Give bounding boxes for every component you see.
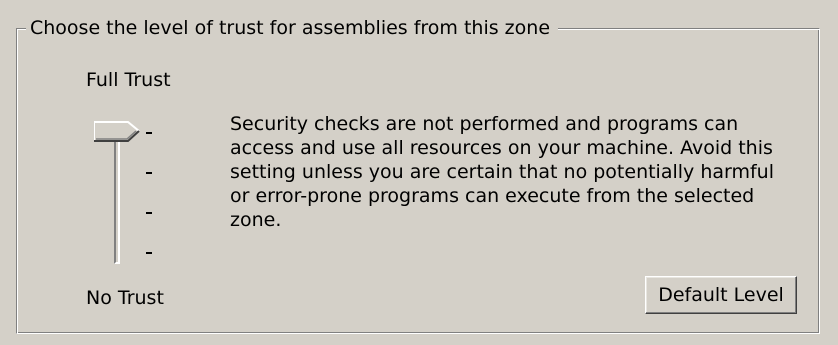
trust-level-description: Security checks are not performed and pr… [230, 112, 810, 232]
description-line: access and use all resources on your mac… [230, 137, 773, 159]
slider-thumb[interactable] [94, 118, 142, 144]
slider-tick [146, 172, 152, 174]
slider-tick [146, 212, 152, 214]
description-line: Security checks are not performed and pr… [230, 113, 739, 135]
description-line: zone. [230, 209, 282, 231]
slider-tick [146, 132, 152, 134]
trust-level-slider[interactable] [94, 118, 164, 268]
slider-tick [146, 252, 152, 254]
default-level-button[interactable]: Default Level [645, 276, 797, 314]
slider-top-label: Full Trust [86, 69, 171, 91]
slider-bottom-label: No Trust [86, 287, 164, 309]
description-line: setting unless you are certain that no p… [230, 161, 775, 183]
description-line: or error-prone programs can execute from… [230, 185, 755, 207]
groupbox-title: Choose the level of trust for assemblies… [26, 16, 559, 40]
slider-track[interactable] [114, 134, 120, 264]
